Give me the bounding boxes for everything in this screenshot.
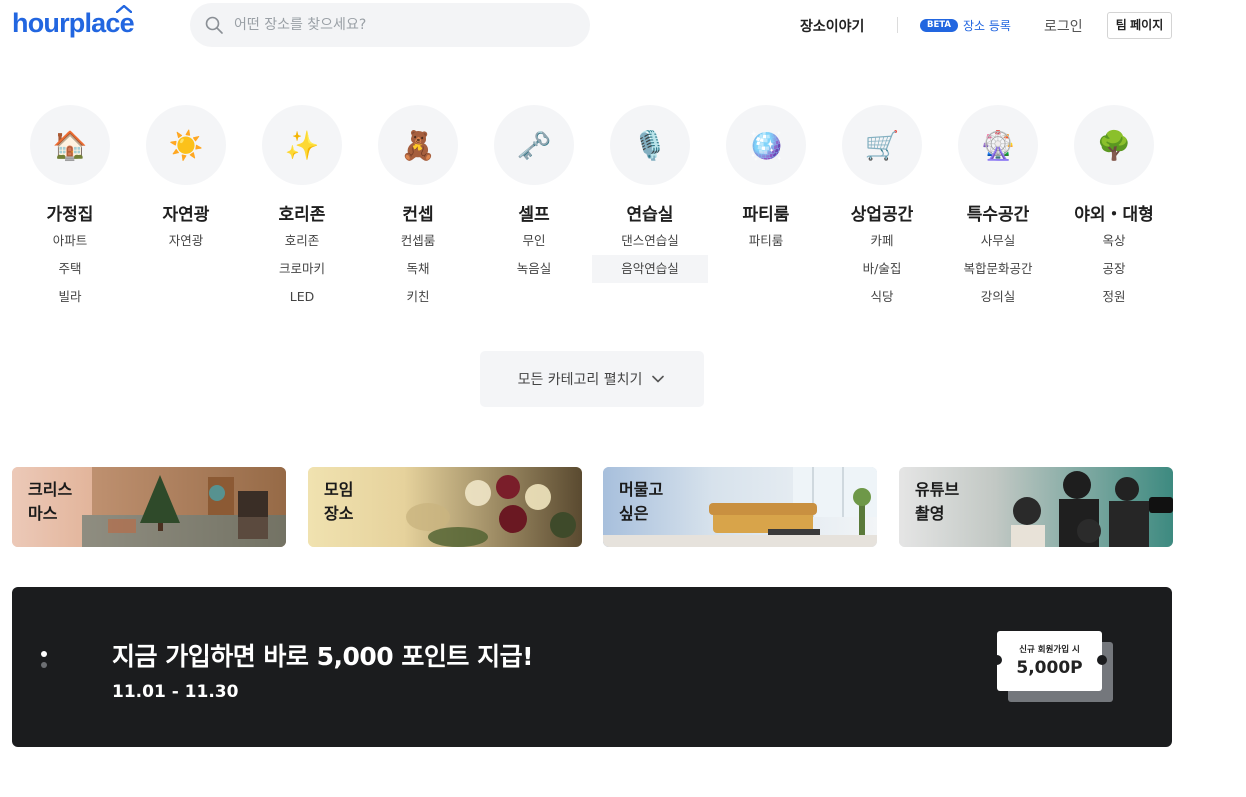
subcategory-link[interactable]: 공장 <box>1056 255 1172 283</box>
category-name[interactable]: 셀프 <box>476 200 592 225</box>
category-name[interactable]: 파티룸 <box>708 200 824 225</box>
theme-title: 머물고 싶은 <box>619 480 664 523</box>
subcategory-link[interactable]: 파티룸 <box>708 227 824 255</box>
category-10: 🌳 야외・대형 옥상 공장 정원 <box>1056 105 1172 315</box>
category-name[interactable]: 컨셉 <box>360 200 476 225</box>
subcategory-link[interactable]: 호리존 <box>244 227 360 255</box>
subcategory-link[interactable]: 음악연습실 <box>592 255 708 283</box>
subcategory-link[interactable]: 사무실 <box>940 227 1056 255</box>
subcategory-link[interactable]: 무인 <box>476 227 592 255</box>
subcategory-link[interactable]: 아파트 <box>12 227 128 255</box>
banner-date: 11.01 - 11.30 <box>112 682 239 702</box>
subcategory-link[interactable]: 정원 <box>1056 283 1172 311</box>
carousel-dot-active[interactable] <box>41 651 47 657</box>
category-name[interactable]: 야외・대형 <box>1056 200 1172 225</box>
sparkles-icon[interactable]: ✨ <box>262 105 342 185</box>
theme-card-stay[interactable]: 머물고 싶은 <box>603 467 877 547</box>
tree-icon[interactable]: 🌳 <box>1074 105 1154 185</box>
disco-ball-icon[interactable]: 🪩 <box>726 105 806 185</box>
subcategory-link[interactable]: 바/술집 <box>824 255 940 283</box>
subcategory-link[interactable]: 컨셉룸 <box>360 227 476 255</box>
header: hourplace 장소이야기 BETA 장소 등록 로그인 팀 페이지 <box>0 0 1246 52</box>
subcategory-link[interactable]: 식당 <box>824 283 940 311</box>
category-5: 🗝️ 셀프 무인 녹음실 <box>476 105 592 315</box>
logo-roof-icon <box>116 5 132 13</box>
theme-title: 유튜브 촬영 <box>915 480 960 523</box>
category-name[interactable]: 호리존 <box>244 200 360 225</box>
category-1: 🏠 가정집 아파트 주택 빌라 <box>12 105 128 315</box>
team-page-button[interactable]: 팀 페이지 <box>1107 12 1172 39</box>
subcategory-link[interactable]: 빌라 <box>12 283 128 311</box>
teddy-bear-icon[interactable]: 🧸 <box>378 105 458 185</box>
theme-card-christmas[interactable]: 크리스 마스 <box>12 467 286 547</box>
subcategory-link[interactable]: 복합문화공간 <box>940 255 1056 283</box>
category-name[interactable]: 자연광 <box>128 200 244 225</box>
carousel-dots[interactable] <box>41 651 47 673</box>
category-4: 🧸 컨셉 컨셉룸 독채 키친 <box>360 105 476 315</box>
nav-register-place[interactable]: 장소 등록 <box>963 17 1011 34</box>
theme-card-youtube[interactable]: 유튜브 촬영 <box>899 467 1173 547</box>
subcategory-link[interactable]: 자연광 <box>128 227 244 255</box>
sun-icon[interactable]: ☀️ <box>146 105 226 185</box>
category-9: 🎡 특수공간 사무실 복합문화공간 강의실 <box>940 105 1056 315</box>
house-icon[interactable]: 🏠 <box>30 105 110 185</box>
subcategory-link[interactable]: 주택 <box>12 255 128 283</box>
logo[interactable]: hourplace <box>12 5 135 39</box>
coupon-label: 신규 회원가입 시 <box>1019 645 1080 655</box>
subcategory-link[interactable]: LED <box>244 283 360 311</box>
category-name[interactable]: 특수공간 <box>940 200 1056 225</box>
signup-promo-banner[interactable]: 지금 가입하면 바로 5,000 포인트 지급! 11.01 - 11.30 신… <box>12 587 1172 747</box>
category-name[interactable]: 가정집 <box>12 200 128 225</box>
nav-login[interactable]: 로그인 <box>1044 16 1083 36</box>
subcategory-link[interactable]: 댄스연습실 <box>592 227 708 255</box>
subcategory-link[interactable]: 크로마키 <box>244 255 360 283</box>
category-name[interactable]: 연습실 <box>592 200 708 225</box>
theme-card-gathering[interactable]: 모임 장소 <box>308 467 582 547</box>
beta-badge: BETA <box>920 19 959 32</box>
search-bar[interactable] <box>190 3 590 47</box>
coupon-value: 5,000P <box>1016 658 1083 678</box>
subcategory-link[interactable]: 녹음실 <box>476 255 592 283</box>
expand-categories-button[interactable]: 모든 카테고리 펼치기 <box>480 351 704 407</box>
microphone-icon[interactable]: 🎙️ <box>610 105 690 185</box>
coupon-ticket: 신규 회원가입 시 5,000P <box>992 631 1107 691</box>
shopping-cart-icon[interactable]: 🛒 <box>842 105 922 185</box>
subcategory-link[interactable]: 독채 <box>360 255 476 283</box>
nav-place-story[interactable]: 장소이야기 <box>800 16 864 36</box>
banner-title: 지금 가입하면 바로 5,000 포인트 지급! <box>112 642 534 671</box>
nav-divider <box>897 17 898 33</box>
category-7: 🪩 파티룸 파티룸 <box>708 105 824 315</box>
carousel-dot[interactable] <box>41 662 47 668</box>
chevron-down-icon <box>652 375 665 383</box>
category-grid: 🏠 가정집 아파트 주택 빌라 ☀️ 자연광 자연광 ✨ 호리존 호리존 크로마키 LED 🧸 컨셉 컨셉룸 독… <box>12 105 1172 315</box>
category-name[interactable]: 상업공간 <box>824 200 940 225</box>
category-6: 🎙️ 연습실 댄스연습실 음악연습실 <box>592 105 708 315</box>
subcategory-link[interactable]: 카페 <box>824 227 940 255</box>
search-input[interactable] <box>234 3 574 47</box>
ferris-wheel-icon[interactable]: 🎡 <box>958 105 1038 185</box>
search-icon <box>205 16 223 34</box>
subcategory-link[interactable]: 옥상 <box>1056 227 1172 255</box>
theme-title: 크리스 마스 <box>28 480 73 523</box>
key-icon[interactable]: 🗝️ <box>494 105 574 185</box>
category-8: 🛒 상업공간 카페 바/술집 식당 <box>824 105 940 315</box>
subcategory-link[interactable]: 강의실 <box>940 283 1056 311</box>
category-2: ☀️ 자연광 자연광 <box>128 105 244 315</box>
category-3: ✨ 호리존 호리존 크로마키 LED <box>244 105 360 315</box>
expand-label: 모든 카테고리 펼치기 <box>517 372 643 388</box>
theme-title: 모임 장소 <box>324 480 354 523</box>
subcategory-link[interactable]: 키친 <box>360 283 476 311</box>
